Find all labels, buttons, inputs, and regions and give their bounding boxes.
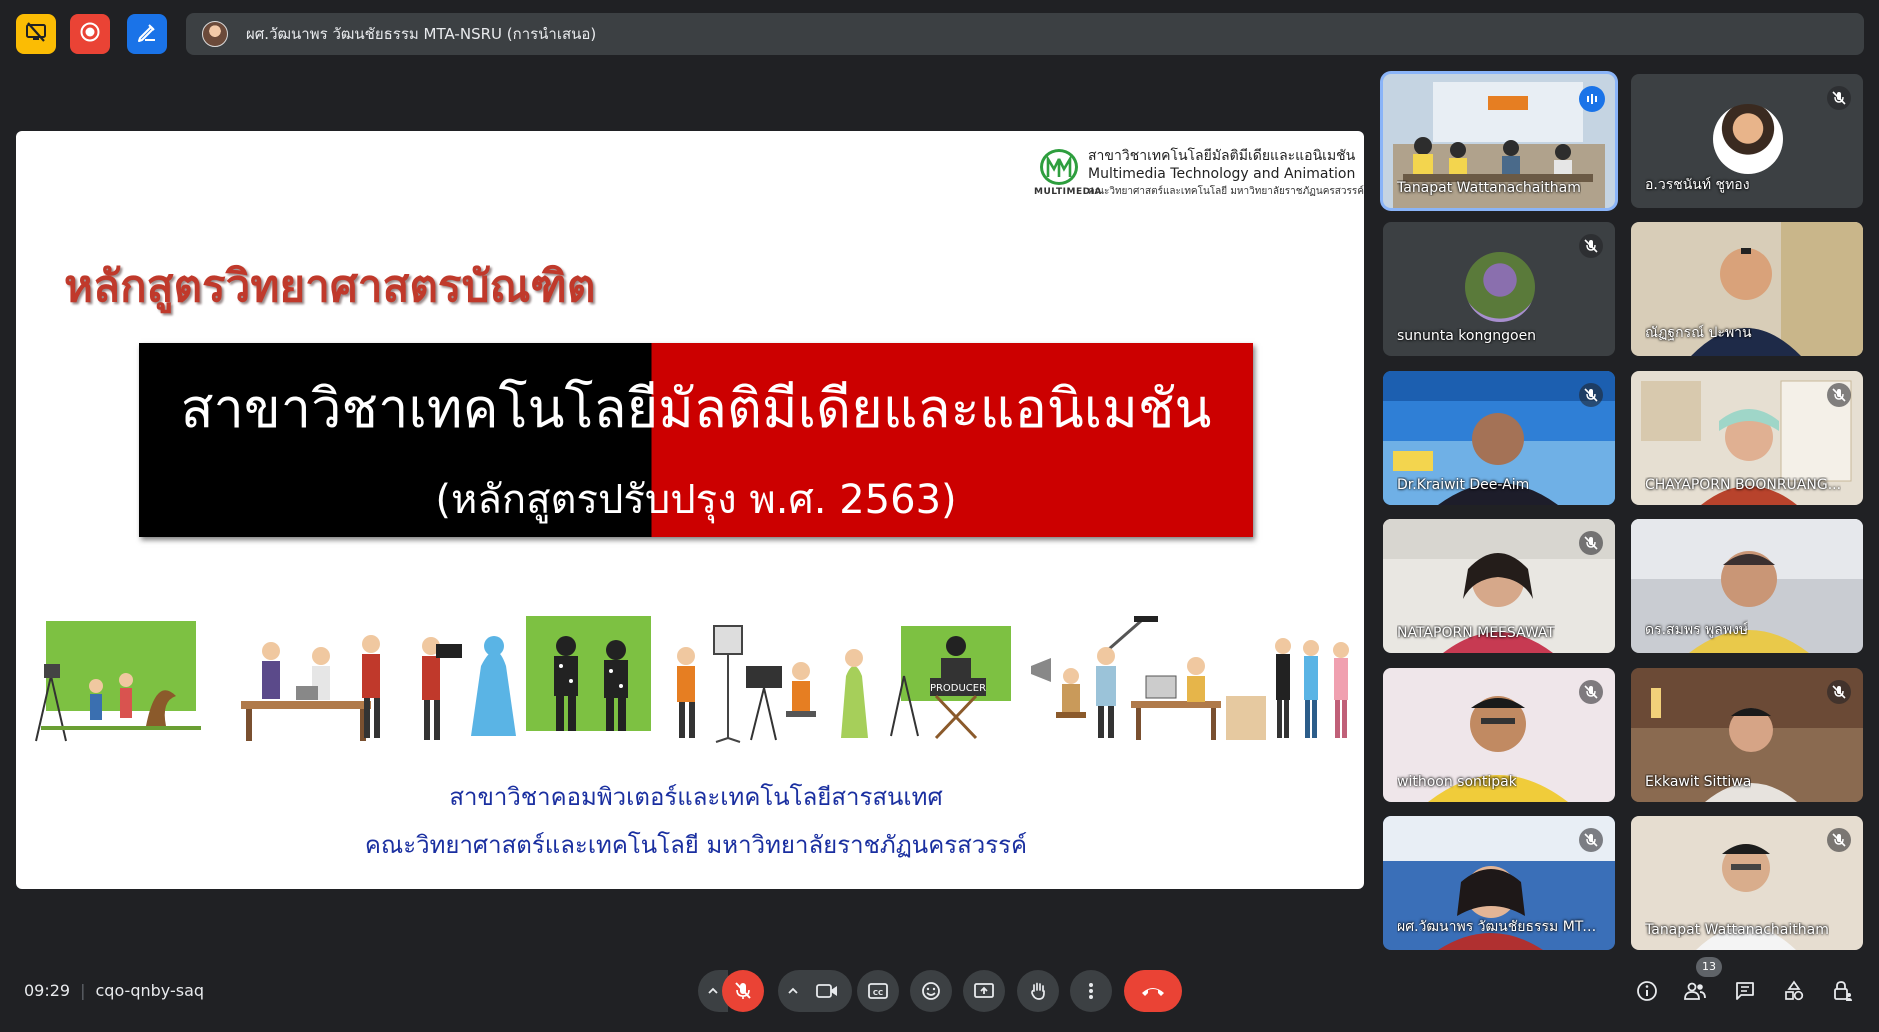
present-now-button[interactable] [963, 970, 1005, 1012]
activities-button[interactable] [1780, 977, 1808, 1005]
slide-heading: หลักสูตรวิทยาศาสตรบัณฑิต [64, 261, 596, 312]
slide-footer-department: สาขาวิชาคอมพิวเตอร์และเทคโนโลยีสารสนเทศ [449, 783, 943, 811]
participant-name: CHAYAPORN BOONRUANG... [1645, 477, 1842, 493]
slide-banner: สาขาวิชาเทคโนโลยีมัลติมีเดียและแอนิเมชัน… [139, 343, 1253, 537]
mic-off-icon [735, 982, 751, 999]
reactions-button[interactable] [910, 970, 952, 1012]
speaking-indicator [1579, 86, 1605, 112]
participant-tile[interactable]: Tanapat Wattanachaitham [1383, 74, 1615, 208]
logo-line-th: สาขาวิชาเทคโนโลยีมัลติมีเดียและแอนิเมชัน [1088, 148, 1356, 164]
participant-avatar [1713, 104, 1783, 174]
muted-mic-icon [1827, 828, 1851, 852]
chat-button[interactable] [1731, 977, 1759, 1005]
people-icon [1684, 982, 1706, 1000]
participant-tile[interactable]: ผศ.วัฒนาพร วัฒนชัยธรรม MTA... [1383, 816, 1615, 950]
participant-tile[interactable]: อ.วรชนันท์ ชูทอง [1631, 74, 1863, 208]
meeting-code: cqo-qnby-saq [95, 981, 205, 1000]
svg-text:CC: CC [873, 989, 883, 997]
raise-hand-button[interactable] [1017, 970, 1059, 1012]
participant-tile[interactable]: NATAPORN MEESAWAT [1383, 519, 1615, 653]
producer-chair-label: PRODUCER [930, 683, 986, 694]
participant-tile[interactable]: ดร.สมพร พูลพงษ์ [1631, 519, 1863, 653]
leave-call-button[interactable] [1124, 970, 1182, 1012]
microphone-button[interactable] [722, 970, 764, 1012]
meeting-time: 09:29 [24, 981, 71, 1000]
hang-up-icon [1142, 988, 1164, 996]
presenter-avatar [202, 21, 228, 47]
participant-name: ผศ.วัฒนาพร วัฒนชัยธรรม MTA... [1397, 919, 1597, 935]
chevron-up-icon [708, 987, 718, 994]
participant-name: withoon sontipak [1397, 774, 1517, 790]
participant-avatar [1465, 252, 1535, 322]
participant-tile[interactable]: Ekkawit Sittiwa [1631, 668, 1863, 802]
video-camera-icon [816, 984, 837, 998]
participant-tile[interactable]: CHAYAPORN BOONRUANG... [1631, 371, 1863, 505]
participant-tile[interactable]: sununta kongngoen [1383, 222, 1615, 356]
participant-name: NATAPORN MEESAWAT [1397, 625, 1555, 641]
muted-mic-icon [1579, 234, 1603, 258]
slide-footer-faculty: คณะวิทยาศาสตร์และเทคโนโลยี มหาวิทยาลัยรา… [364, 831, 1028, 859]
participant-name: ณัฏฐกรณ์ ปะพาน [1645, 325, 1752, 341]
muted-mic-icon [1579, 383, 1603, 407]
participant-tile[interactable]: ณัฏฐกรณ์ ปะพาน [1631, 222, 1863, 356]
presenter-label: ผศ.วัฒนาพร วัฒนชัยธรรม MTA-NSRU (การนำเส… [246, 25, 597, 43]
participant-name: อ.วรชนันท์ ชูทอง [1645, 177, 1750, 193]
participant-name: sununta kongngoen [1397, 328, 1537, 344]
media-crew-illustration: PRODUCER [35, 616, 1349, 743]
muted-mic-icon [1827, 86, 1851, 110]
chat-icon [1736, 982, 1754, 1000]
more-options-button[interactable] [1070, 970, 1112, 1012]
muted-mic-icon [1579, 531, 1603, 555]
logo-line-en: Multimedia Technology and Animation [1088, 166, 1356, 182]
logo-wordmark: MULTIMEDIA [1034, 187, 1102, 197]
participant-name: Tanapat Wattanachaitham [1397, 180, 1581, 196]
record-icon [79, 21, 101, 47]
hand-icon [1031, 982, 1045, 1000]
present-off-icon [25, 21, 47, 47]
annotate-button[interactable] [127, 14, 167, 54]
participant-name: Dr.Kraiwit Dee-Aim [1397, 477, 1530, 493]
present-screen-icon [974, 983, 994, 998]
participant-name: ดร.สมพร พูลพงษ์ [1645, 622, 1749, 638]
meeting-info: 09:29 | cqo-qnby-saq [24, 981, 205, 1000]
muted-mic-icon [1579, 680, 1603, 704]
closed-captions-icon: CC [868, 983, 888, 999]
top-bar: ผศ.วัฒนาพร วัฒนชัยธรรม MTA-NSRU (การนำเส… [0, 0, 1879, 66]
participant-tile[interactable]: withoon sontipak [1383, 668, 1615, 802]
lock-person-icon [1834, 981, 1852, 1001]
audio-wave-icon [1587, 94, 1597, 104]
chevron-up-icon [788, 987, 798, 994]
host-controls-button[interactable] [1829, 977, 1857, 1005]
stop-presenting-button[interactable] [16, 14, 56, 54]
shapes-icon [1785, 980, 1804, 1001]
pen-icon [136, 21, 158, 47]
logo-line-faculty: คณะวิทยาศาสตร์และเทคโนโลยี มหาวิทยาลัยรา… [1088, 186, 1364, 197]
more-vertical-icon [1089, 983, 1093, 999]
info-icon [1637, 981, 1657, 1001]
participant-name: Ekkawit Sittiwa [1645, 774, 1752, 790]
banner-subtitle: (หลักสูตรปรับปรุง พ.ศ. 2563) [435, 477, 957, 523]
participant-tile[interactable]: Dr.Kraiwit Dee-Aim [1383, 371, 1615, 505]
muted-mic-icon [1827, 680, 1851, 704]
recording-button[interactable] [70, 14, 110, 54]
bottom-bar: 09:29 | cqo-qnby-saq CC [0, 950, 1879, 1032]
participant-name: Tanapat Wattanachaitham [1645, 922, 1829, 938]
presenter-indicator[interactable]: ผศ.วัฒนาพร วัฒนชัยธรรม MTA-NSRU (การนำเส… [186, 13, 1864, 55]
mta-logo-icon: MULTIMEDIA [1034, 145, 1101, 203]
muted-mic-icon [1579, 828, 1603, 852]
camera-button[interactable] [802, 970, 852, 1012]
captions-button[interactable]: CC [857, 970, 899, 1012]
people-count-badge: 13 [1696, 957, 1722, 977]
shared-slide: MULTIMEDIA สาขาวิชาเทคโนโลยีมัลติมีเดียแ… [16, 131, 1364, 889]
meeting-details-button[interactable] [1633, 977, 1661, 1005]
banner-title: สาขาวิชาเทคโนโลยีมัลติมีเดียและแอนิเมชัน [180, 377, 1212, 440]
people-button[interactable] [1681, 977, 1709, 1005]
slide-logo: MULTIMEDIA สาขาวิชาเทคโนโลยีมัลติมีเดียแ… [1030, 145, 1364, 203]
emoji-icon [922, 982, 940, 1000]
participant-tile[interactable]: Tanapat Wattanachaitham [1631, 816, 1863, 950]
muted-mic-icon [1827, 383, 1851, 407]
